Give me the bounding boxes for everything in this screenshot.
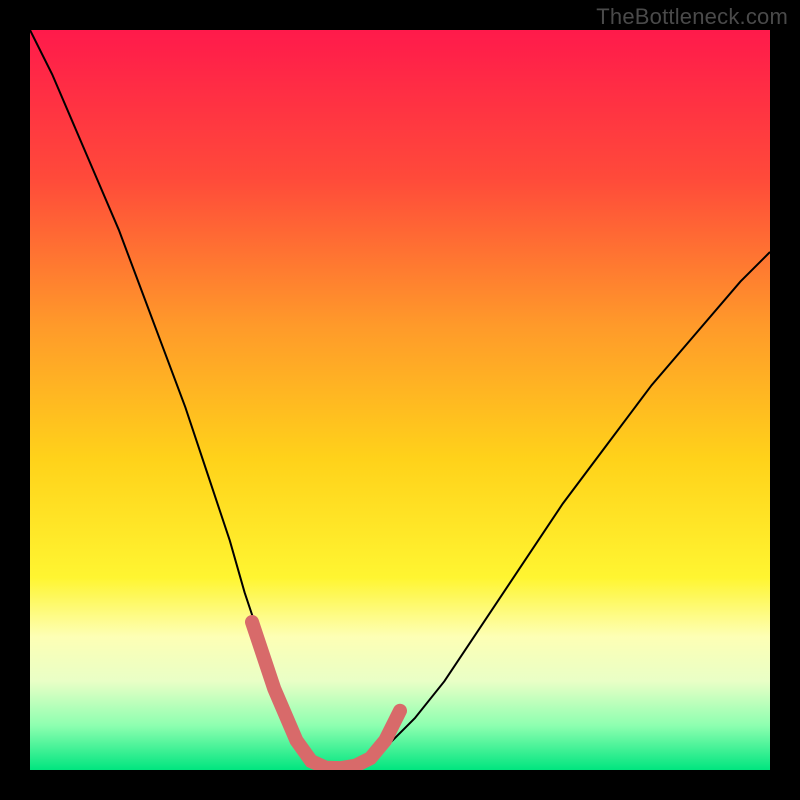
chart-stage: TheBottleneck.com [0,0,800,800]
bottleneck-curve [30,30,770,769]
watermark-text: TheBottleneck.com [596,4,788,30]
curve-layer [30,30,770,770]
highlight-valley [252,622,400,768]
plot-area [30,30,770,770]
